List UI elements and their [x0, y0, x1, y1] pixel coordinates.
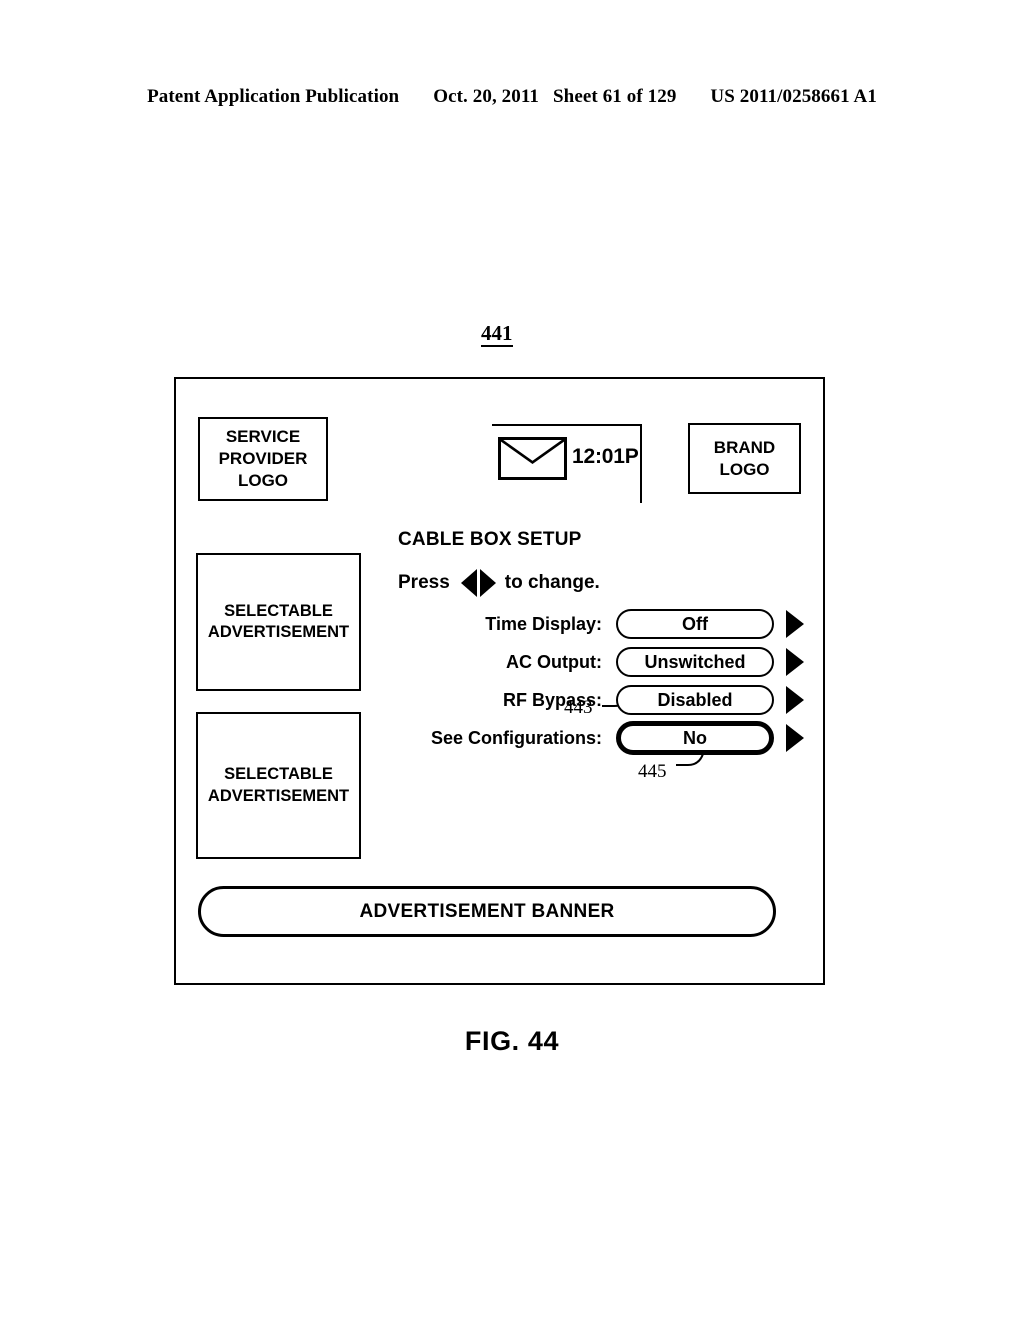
- setting-value-ac-output[interactable]: Unswitched: [616, 647, 774, 677]
- clock-time: 12:01P: [572, 445, 639, 468]
- selectable-advertisement-2-label: SELECTABLE ADVERTISEMENT: [207, 765, 350, 805]
- selectable-advertisement-1[interactable]: SELECTABLE ADVERTISEMENT: [196, 553, 361, 691]
- instruction-prefix: Press: [398, 572, 450, 593]
- tv-screen-frame: SERVICE PROVIDER LOGO 12:01P BRAND LOGO …: [174, 377, 825, 985]
- header-patent-number: US 2011/0258661 A1: [710, 86, 877, 107]
- setting-row-time-display[interactable]: Time Display: Off: [356, 607, 806, 641]
- brand-logo-box: BRAND LOGO: [688, 423, 801, 494]
- triangle-right-icon-ac-output[interactable]: [786, 648, 804, 676]
- setting-label-time-display: Time Display:: [485, 613, 602, 634]
- selectable-advertisement-1-label: SELECTABLE ADVERTISEMENT: [207, 601, 350, 641]
- setting-label-see-configurations: See Configurations:: [430, 727, 602, 748]
- setup-instruction: Press to change.: [398, 569, 600, 597]
- header-date: Oct. 20, 2011: [433, 86, 540, 107]
- triangle-right-icon-time-display[interactable]: [786, 610, 804, 638]
- figure-reference-numeral: 441: [481, 322, 513, 348]
- triangle-right-icon-rf-bypass[interactable]: [786, 686, 804, 714]
- header-sheet: Sheet 61 of 129: [553, 86, 677, 107]
- setting-label-ac-output: AC Output:: [506, 651, 602, 672]
- page-header: Patent Application Publication Oct. 20, 2…: [0, 86, 1024, 108]
- triangle-left-icon: [460, 569, 477, 597]
- instruction-suffix: to change.: [504, 572, 600, 593]
- service-provider-logo-label: SERVICE PROVIDER LOGO: [218, 427, 308, 490]
- envelope-icon[interactable]: [498, 437, 567, 480]
- callout-numeral-443: 443: [564, 697, 593, 718]
- figure-caption: FIG. 44: [464, 1026, 560, 1056]
- advertisement-banner[interactable]: ADVERTISEMENT BANNER: [198, 886, 776, 937]
- triangle-right-icon-see-configurations[interactable]: [786, 724, 804, 752]
- triangle-right-icon: [479, 569, 496, 597]
- callout-numeral-445: 445: [638, 761, 667, 782]
- advertisement-banner-label: ADVERTISEMENT BANNER: [359, 900, 615, 922]
- brand-logo-label: BRAND LOGO: [713, 437, 776, 479]
- selectable-advertisement-2[interactable]: SELECTABLE ADVERTISEMENT: [196, 712, 361, 859]
- setting-value-rf-bypass[interactable]: Disabled: [616, 685, 774, 715]
- left-right-arrows: [460, 569, 496, 597]
- service-provider-logo-box: SERVICE PROVIDER LOGO: [198, 417, 328, 501]
- header-publication: Patent Application Publication: [147, 86, 400, 107]
- setting-value-see-configurations[interactable]: No: [616, 721, 774, 755]
- setting-row-ac-output[interactable]: AC Output: Unswitched: [356, 645, 806, 679]
- setting-row-see-configurations[interactable]: See Configurations: No: [356, 721, 806, 755]
- setting-value-time-display[interactable]: Off: [616, 609, 774, 639]
- setup-panel-title: CABLE BOX SETUP: [398, 529, 582, 550]
